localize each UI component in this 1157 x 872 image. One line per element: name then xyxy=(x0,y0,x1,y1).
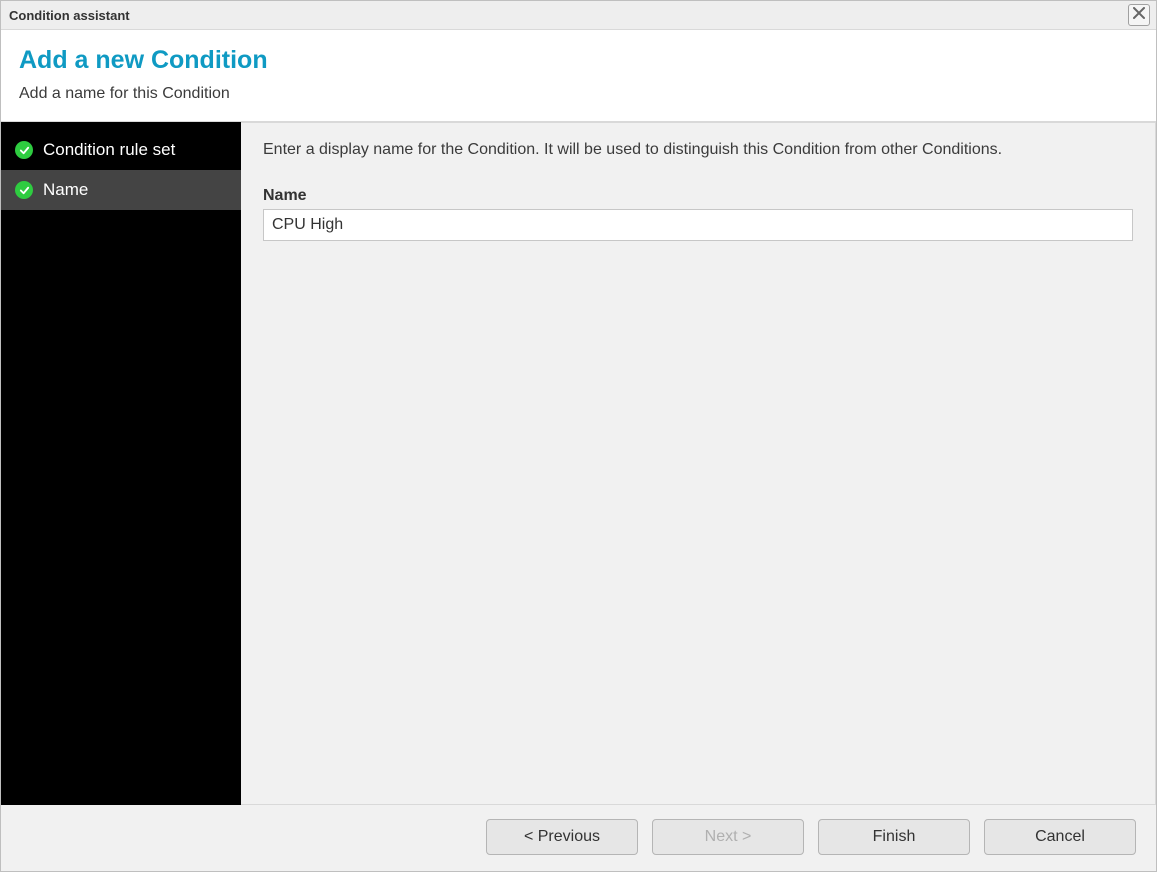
wizard-sidebar: Condition rule set Name xyxy=(1,122,241,805)
close-icon xyxy=(1133,6,1145,24)
name-field-label: Name xyxy=(263,187,1133,205)
sidebar-item-condition-rule-set[interactable]: Condition rule set xyxy=(1,130,241,170)
sidebar-item-label: Name xyxy=(43,180,88,200)
next-button: Next > xyxy=(652,819,804,855)
previous-button[interactable]: < Previous xyxy=(486,819,638,855)
check-icon xyxy=(15,181,33,199)
check-icon xyxy=(15,141,33,159)
page-subtitle: Add a name for this Condition xyxy=(19,85,1138,103)
cancel-button[interactable]: Cancel xyxy=(984,819,1136,855)
footer: < Previous Next > Finish Cancel xyxy=(1,805,1156,871)
sidebar-item-label: Condition rule set xyxy=(43,140,175,160)
condition-assistant-dialog: Condition assistant Add a new Condition … xyxy=(0,0,1157,872)
finish-button[interactable]: Finish xyxy=(818,819,970,855)
sidebar-item-name[interactable]: Name xyxy=(1,170,241,210)
page-title: Add a new Condition xyxy=(19,46,1138,75)
window-title: Condition assistant xyxy=(9,8,130,23)
titlebar: Condition assistant xyxy=(1,1,1156,30)
instruction-text: Enter a display name for the Condition. … xyxy=(263,141,1133,159)
content-panel: Enter a display name for the Condition. … xyxy=(241,122,1156,805)
close-button[interactable] xyxy=(1128,4,1150,26)
name-input[interactable] xyxy=(263,209,1133,241)
body-row: Condition rule set Name Enter a display … xyxy=(1,122,1156,805)
header-panel: Add a new Condition Add a name for this … xyxy=(1,30,1156,122)
